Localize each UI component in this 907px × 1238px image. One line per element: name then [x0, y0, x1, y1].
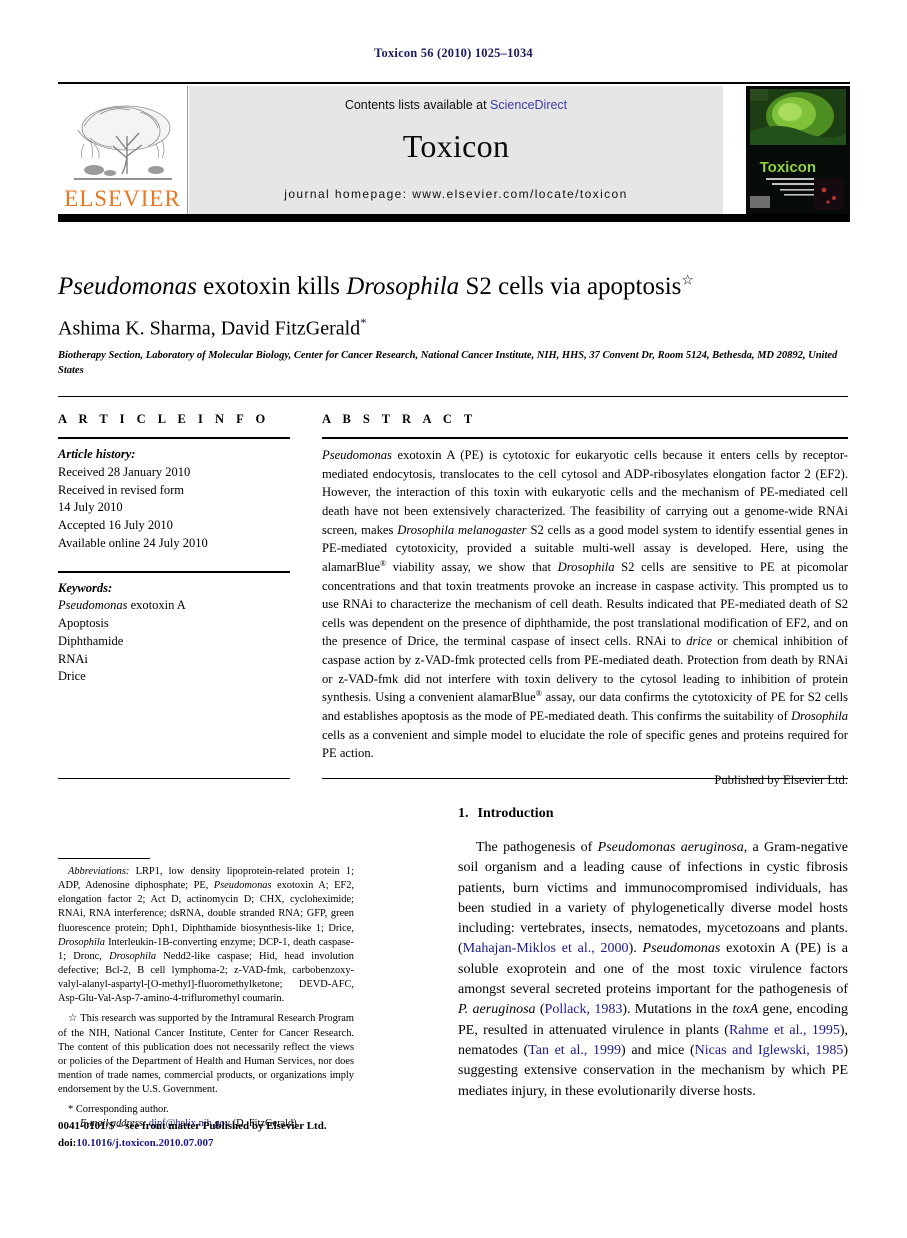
intro-text: ). Mutations in the	[622, 1002, 733, 1018]
journal-title: Toxicon	[402, 128, 510, 164]
intro-italic-term: toxA	[732, 1002, 759, 1018]
contents-lists-prefix: Contents lists available at	[344, 98, 491, 112]
history-item: 14 July 2010	[58, 500, 123, 515]
corresponding-marker: *	[68, 1104, 74, 1116]
abstract-heading: A B S T R A C T	[322, 412, 477, 426]
copyright-line: 0041-0101/$ – see front matter Published…	[58, 1120, 327, 1132]
footnotes-block: Abbreviations: LRP1, low density lipopro…	[58, 858, 354, 1132]
published-by: Published by Elsevier Ltd.	[714, 773, 848, 787]
article-page: Toxicon 56 (2010) 1025–1034 ELSEVIER Con…	[0, 0, 907, 1238]
corresponding-author-marker[interactable]: *	[360, 315, 367, 330]
corresponding-author-note: * Corresponding author.	[58, 1103, 354, 1117]
author-list: Ashima K. Sharma, David FitzGerald*	[58, 315, 858, 341]
keyword-item: Apoptosis	[58, 616, 109, 630]
keyword-item: RNAi	[58, 651, 88, 666]
history-item: Received in revised form	[58, 482, 184, 497]
keywords-block: Keywords: Pseudomonas exotoxin A Apoptos…	[58, 580, 290, 687]
journal-header: ELSEVIER Contents lists available at Sci…	[58, 82, 850, 222]
info-top-rule	[58, 396, 848, 397]
keyword-item: Diphthamide	[58, 633, 124, 648]
funding-text: This research was supported by the Intra…	[58, 1013, 354, 1096]
abstract-text: Pseudomonas exotoxin A (PE) is cytotoxic…	[322, 448, 849, 761]
corresponding-text: Corresponding author.	[75, 1104, 169, 1116]
abstract-column: A B S T R A C T Pseudomonas exotoxin A (…	[322, 412, 848, 788]
intro-italic-term: P. aeruginosa	[458, 1002, 536, 1018]
citation-link[interactable]: Tan et al., 1999	[528, 1043, 621, 1058]
abbreviations-note: Abbreviations: LRP1, low density lipopro…	[58, 866, 354, 1005]
intro-italic-term: Pseudomonas aeruginosa	[597, 840, 744, 855]
title-genus-2: Drosophila	[346, 273, 460, 300]
citation-link[interactable]: Pollack, 1983	[545, 1002, 623, 1017]
funding-note: ☆ This research was supported by the Int…	[58, 1012, 354, 1097]
keyword-item: Pseudomonas exotoxin A	[58, 598, 186, 613]
sciencedirect-link[interactable]: ScienceDirect	[490, 98, 567, 112]
title-genus: Pseudomonas	[58, 273, 197, 300]
history-item: Available online 24 July 2010	[58, 535, 208, 550]
citation-link[interactable]: Mahajan-Miklos et al., 2000	[463, 941, 629, 956]
left-column-bottom-rule	[58, 778, 290, 779]
running-head: Toxicon 56 (2010) 1025–1034	[374, 46, 533, 60]
intro-text: The pathogenesis of	[476, 840, 598, 855]
funding-marker: ☆	[68, 1013, 78, 1025]
affiliation: Biotherapy Section, Laboratory of Molecu…	[58, 350, 838, 377]
svg-text:Toxicon: Toxicon	[760, 159, 816, 176]
introduction-paragraph: The pathogenesis of Pseudomonas aerugino…	[458, 838, 848, 1102]
journal-cover-thumbnail: Toxicon	[746, 86, 850, 214]
keyword-italic-genus: Pseudomonas	[58, 598, 128, 613]
keyword-item: Drice	[58, 669, 86, 684]
elsevier-wordmark: ELSEVIER	[64, 186, 181, 211]
title-text-2: S2 cells via apoptosis	[459, 273, 682, 300]
header-top-rule	[58, 82, 850, 84]
title-footnote-marker[interactable]: ☆	[681, 274, 694, 289]
section-title: Introduction	[477, 806, 554, 821]
intro-text: (	[535, 1002, 545, 1018]
journal-homepage-link[interactable]: journal homepage: www.elsevier.com/locat…	[189, 187, 723, 201]
title-text-1: exotoxin kills	[196, 273, 347, 300]
abbreviations-label: Abbreviations:	[68, 866, 130, 877]
abstract-bottom-rule	[322, 778, 848, 779]
article-history: Article history: Received 28 January 201…	[58, 446, 290, 553]
citation-link[interactable]: Rahme et al., 1995	[729, 1023, 840, 1038]
introduction-section: 1. Introduction The pathogenesis of Pseud…	[458, 806, 848, 1102]
footnote-separator-rule	[58, 858, 150, 859]
keywords-rule	[58, 570, 290, 573]
history-item: Accepted 16 July 2010	[58, 518, 173, 532]
citation-link[interactable]: Nicas and Iglewski, 1985	[695, 1043, 844, 1058]
doi-link[interactable]: 10.1016/j.toxicon.2010.07.007	[76, 1137, 213, 1149]
section-number: 1.	[458, 806, 469, 821]
header-bottom-bar	[58, 214, 850, 222]
keywords-label: Keywords:	[58, 580, 113, 595]
page-title: Pseudomonas exotoxin kills Drosophila S2…	[58, 272, 858, 302]
article-info-column: A R T I C L E I N F O Article history: R…	[58, 412, 290, 686]
elsevier-tree-icon	[70, 100, 176, 186]
introduction-heading: 1. Introduction	[458, 806, 848, 822]
copyright-block: 0041-0101/$ – see front matter Published…	[58, 1118, 388, 1151]
intro-text: ).	[628, 941, 643, 957]
article-history-label: Article history:	[58, 447, 136, 461]
doi-label: doi:	[58, 1136, 77, 1149]
history-item: Received 28 January 2010	[58, 464, 191, 479]
doi-line: doi:10.1016/j.toxicon.2010.07.007	[58, 1135, 388, 1152]
journal-header-center: Contents lists available at ScienceDirec…	[189, 86, 723, 214]
intro-italic-term: Pseudomonas	[642, 941, 721, 957]
author-names: Ashima K. Sharma, David FitzGerald	[58, 317, 361, 340]
intro-text: , a Gram-negative soil organism and a le…	[458, 840, 848, 957]
article-info-rule	[58, 437, 290, 439]
abstract-rule	[322, 437, 848, 439]
contents-lists-line: Contents lists available at ScienceDirec…	[189, 86, 723, 112]
article-info-heading: A R T I C L E I N F O	[58, 412, 270, 426]
intro-text: ) and mice (	[621, 1042, 695, 1058]
elsevier-logo: ELSEVIER	[58, 86, 188, 214]
